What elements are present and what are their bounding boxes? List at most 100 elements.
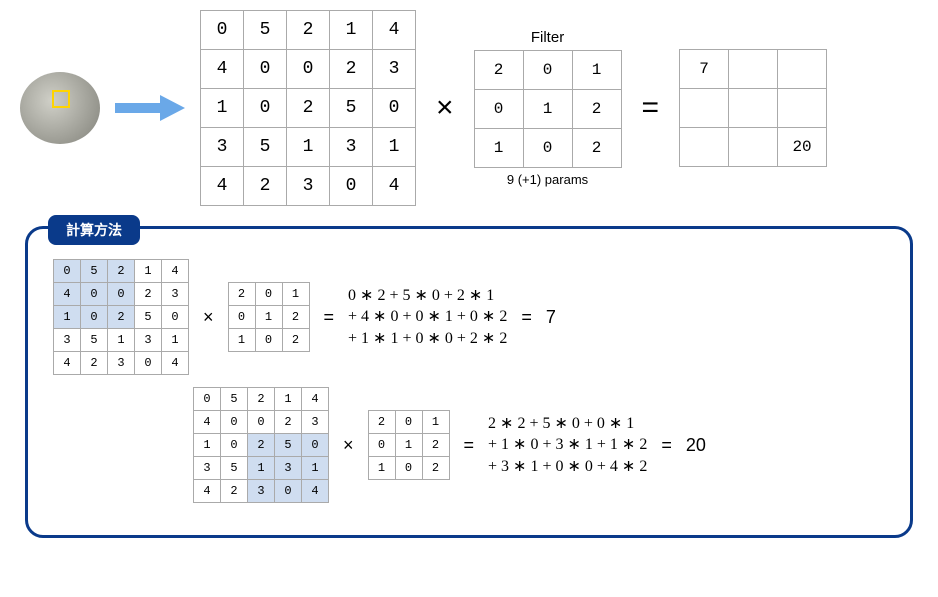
cell: 1 <box>255 306 282 329</box>
cell: 2 <box>221 480 248 503</box>
cell: 3 <box>201 128 244 167</box>
params-label: 9 (+1) params <box>474 172 622 187</box>
coin-image <box>20 72 100 144</box>
multiply-icon: × <box>343 435 354 456</box>
cell: 1 <box>373 128 416 167</box>
cell: 4 <box>302 480 329 503</box>
cell <box>778 89 827 128</box>
cell: 0 <box>81 306 108 329</box>
cell: 2 <box>228 283 255 306</box>
cell: 1 <box>135 260 162 283</box>
cell: 4 <box>201 50 244 89</box>
cell: 1 <box>275 388 302 411</box>
calc2-input-matrix: 0521440023102503513142304 <box>193 387 329 503</box>
cell: 0 <box>162 306 189 329</box>
cell: 0 <box>135 352 162 375</box>
cell: 4 <box>201 167 244 206</box>
cell: 2 <box>287 89 330 128</box>
cell: 0 <box>373 89 416 128</box>
cell: 2 <box>135 283 162 306</box>
cell: 0 <box>368 434 395 457</box>
cell: 3 <box>302 411 329 434</box>
equals-icon: = <box>661 435 672 456</box>
cell: 5 <box>275 434 302 457</box>
cell: 0 <box>81 283 108 306</box>
cell: 4 <box>373 167 416 206</box>
cell: 4 <box>194 480 221 503</box>
calc1-filter-matrix: 201012102 <box>228 282 310 352</box>
cell: 3 <box>330 128 373 167</box>
cell: 2 <box>287 11 330 50</box>
cell: 3 <box>248 480 275 503</box>
cell: 0 <box>248 411 275 434</box>
cell: 3 <box>275 457 302 480</box>
cell: 2 <box>422 457 449 480</box>
cell: 5 <box>221 457 248 480</box>
cell: 1 <box>302 457 329 480</box>
cell: 0 <box>255 283 282 306</box>
cell: 0 <box>221 411 248 434</box>
cell: 3 <box>108 352 135 375</box>
cell: 3 <box>373 50 416 89</box>
cell: 5 <box>330 89 373 128</box>
cell: 1 <box>228 329 255 352</box>
cell: 0 <box>221 434 248 457</box>
cell: 0 <box>108 283 135 306</box>
cell: 5 <box>135 306 162 329</box>
cell: 2 <box>330 50 373 89</box>
cell: 2 <box>572 129 621 168</box>
cell: 1 <box>368 457 395 480</box>
cell: 0 <box>275 480 302 503</box>
cell: 0 <box>474 90 523 129</box>
cell: 0 <box>395 411 422 434</box>
cell <box>680 89 729 128</box>
top-row: 0521440023102503513142304 × Filter 20101… <box>10 10 928 206</box>
cell: 2 <box>368 411 395 434</box>
equals-icon: = <box>637 91 665 125</box>
cell: 3 <box>135 329 162 352</box>
cell <box>778 50 827 89</box>
cell: 4 <box>162 352 189 375</box>
calc1-input-matrix: 0521440023102503513142304 <box>53 259 189 375</box>
cell: 0 <box>302 434 329 457</box>
equals-icon: = <box>521 307 532 328</box>
calc1-result: 7 <box>546 307 556 328</box>
multiply-icon: × <box>203 307 214 328</box>
cell: 0 <box>228 306 255 329</box>
cell: 20 <box>778 128 827 167</box>
cell: 0 <box>194 388 221 411</box>
cell: 5 <box>244 128 287 167</box>
filter-matrix: 201012102 <box>474 50 622 168</box>
arrow-icon <box>115 93 185 123</box>
calc2-math: 2 ∗ 2 + 5 ∗ 0 + 0 ∗ 1+ 1 ∗ 0 + 3 ∗ 1 + 1… <box>488 413 647 478</box>
cell: 2 <box>108 260 135 283</box>
cell: 4 <box>162 260 189 283</box>
cell: 1 <box>201 89 244 128</box>
cell: 2 <box>244 167 287 206</box>
cell <box>729 50 778 89</box>
cell: 1 <box>194 434 221 457</box>
cell: 2 <box>81 352 108 375</box>
cell: 0 <box>201 11 244 50</box>
calculation-panel: 計算方法 0521440023102503513142304 × 2010121… <box>25 226 913 538</box>
equals-icon: = <box>464 435 475 456</box>
cell: 2 <box>108 306 135 329</box>
calc-row-1: 0521440023102503513142304 × 201012102 = … <box>53 259 885 375</box>
cell: 2 <box>248 388 275 411</box>
cell <box>729 128 778 167</box>
cell: 1 <box>54 306 81 329</box>
cell: 4 <box>54 352 81 375</box>
cell: 1 <box>248 457 275 480</box>
cell: 1 <box>287 128 330 167</box>
cell: 1 <box>422 411 449 434</box>
cell: 1 <box>108 329 135 352</box>
cell: 2 <box>474 51 523 90</box>
multiply-icon: × <box>431 91 459 125</box>
calc2-filter-matrix: 201012102 <box>368 410 450 480</box>
cell: 1 <box>572 51 621 90</box>
cell <box>729 89 778 128</box>
cell: 5 <box>244 11 287 50</box>
cell: 1 <box>395 434 422 457</box>
cell: 0 <box>523 129 572 168</box>
cell: 0 <box>287 50 330 89</box>
